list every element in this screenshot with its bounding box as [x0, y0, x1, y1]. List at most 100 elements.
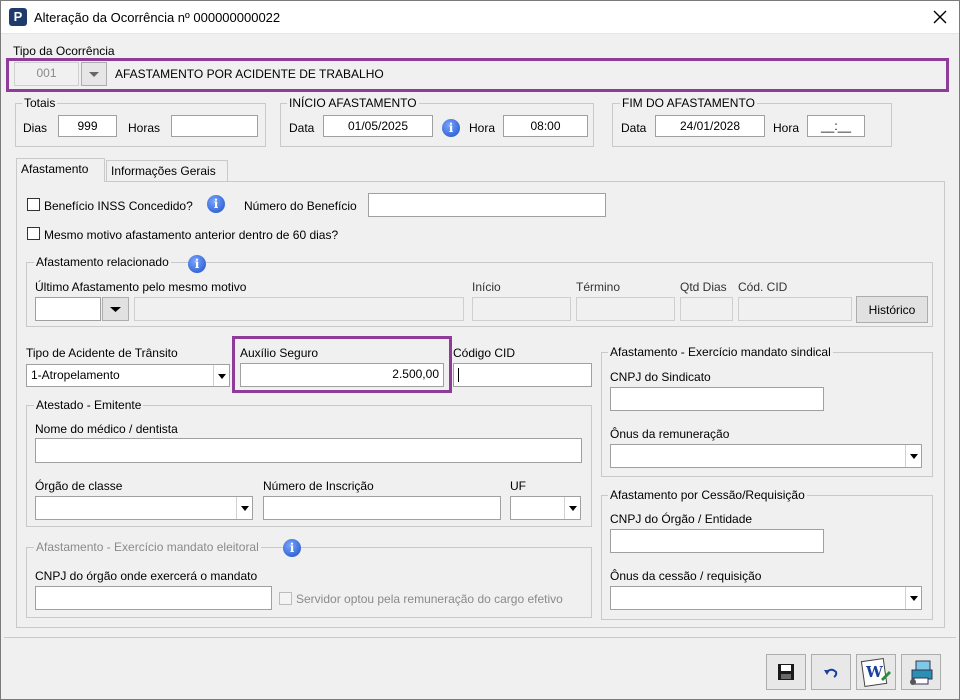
- uf-select[interactable]: [510, 496, 581, 520]
- numero-beneficio-field[interactable]: [368, 193, 606, 217]
- inicio-data-field[interactable]: 01/05/2025: [323, 115, 433, 137]
- cnpj-orgao-mandato-label: CNPJ do órgão onde exercerá o mandato: [35, 569, 258, 583]
- fim-data-field[interactable]: 24/01/2028: [655, 115, 765, 137]
- numero-inscricao-label: Número de Inscrição: [263, 479, 374, 493]
- chevron-down-icon: [905, 587, 921, 609]
- svg-text:W: W: [865, 663, 884, 681]
- inicio-hora-label: Hora: [469, 121, 496, 135]
- cnpj-orgao-entidade-label: CNPJ do Órgão / Entidade: [610, 512, 753, 526]
- mesmo-motivo-checkbox[interactable]: [27, 227, 40, 240]
- cod-cid-field: [738, 297, 852, 321]
- relacionado-legend: Afastamento relacionado: [34, 255, 171, 269]
- text-cursor: [458, 368, 459, 382]
- servidor-optou-label: Servidor optou pela remuneração do cargo…: [296, 592, 563, 606]
- nome-medico-label: Nome do médico / dentista: [35, 422, 178, 436]
- fim-hora-label: Hora: [773, 121, 800, 135]
- info-icon[interactable]: i: [283, 539, 301, 557]
- tipo-code-field[interactable]: 001: [14, 62, 79, 86]
- tipo-acidente-transito-select[interactable]: 1-Atropelamento: [26, 364, 230, 387]
- save-icon: [778, 664, 794, 680]
- cnpj-orgao-mandato-field[interactable]: [35, 586, 272, 610]
- save-button[interactable]: [766, 654, 806, 690]
- servidor-optou-checkbox[interactable]: [279, 592, 292, 605]
- info-icon[interactable]: i: [188, 255, 206, 273]
- qtd-dias-field: [680, 297, 733, 321]
- termino-field: [576, 297, 675, 321]
- eleitoral-legend: Afastamento - Exercício mandato eleitora…: [34, 540, 261, 554]
- auxilio-seguro-label: Auxílio Seguro: [240, 346, 319, 360]
- inicio-label: Início: [472, 280, 501, 294]
- dialog-window: P Alteração da Ocorrência nº 00000000002…: [0, 0, 960, 700]
- cessao-legend: Afastamento por Cessão/Requisição: [608, 488, 807, 502]
- orgao-classe-select[interactable]: [35, 496, 253, 520]
- tipo-acidente-transito-label: Tipo de Acidente de Trânsito: [26, 346, 178, 360]
- nome-medico-field[interactable]: [35, 438, 582, 463]
- onus-cessao-select[interactable]: [610, 586, 922, 610]
- footer-separator: [4, 637, 956, 638]
- mesmo-motivo-label: Mesmo motivo afastamento anterior dentro…: [44, 228, 339, 242]
- ultimo-afastamento-dropdown-button[interactable]: [102, 297, 129, 321]
- cnpj-sindicato-label: CNPJ do Sindicato: [610, 370, 711, 384]
- cnpj-orgao-entidade-field[interactable]: [610, 529, 824, 553]
- app-icon: P: [9, 8, 27, 26]
- onus-remuneracao-select[interactable]: [610, 444, 922, 468]
- historico-button[interactable]: Histórico: [856, 296, 928, 323]
- tipo-label: Tipo da Ocorrência: [13, 44, 115, 58]
- beneficio-inss-checkbox[interactable]: [27, 198, 40, 211]
- chevron-down-icon: [89, 72, 99, 77]
- fim-legend: FIM DO AFASTAMENTO: [620, 96, 757, 110]
- inicio-field: [472, 297, 571, 321]
- orgao-classe-label: Órgão de classe: [35, 479, 123, 493]
- sindical-legend: Afastamento - Exercício mandato sindical: [608, 345, 833, 359]
- chevron-down-icon: [564, 497, 580, 519]
- print-setup-button[interactable]: [901, 654, 941, 690]
- word-export-button[interactable]: W: [856, 654, 896, 690]
- numero-inscricao-field[interactable]: [263, 496, 501, 520]
- auxilio-seguro-field[interactable]: 2.500,00: [240, 363, 444, 387]
- cnpj-sindicato-field[interactable]: [610, 387, 824, 411]
- dias-label: Dias: [23, 121, 48, 135]
- tab-afastamento[interactable]: Afastamento: [16, 158, 105, 182]
- onus-remuneracao-label: Ônus da remuneração: [610, 427, 730, 441]
- tipo-description: AFASTAMENTO POR ACIDENTE DE TRABALHO: [115, 67, 384, 81]
- ultimo-afastamento-field[interactable]: [35, 297, 101, 321]
- undo-icon: [824, 668, 838, 678]
- onus-cessao-label: Ônus da cessão / requisição: [610, 569, 762, 583]
- cod-cid-label: Cód. CID: [738, 280, 788, 294]
- info-icon[interactable]: i: [207, 195, 225, 213]
- atestado-legend: Atestado - Emitente: [34, 398, 144, 412]
- codigo-cid-field[interactable]: [453, 363, 592, 387]
- fim-data-label: Data: [621, 121, 647, 135]
- inicio-legend: INÍCIO AFASTAMENTO: [287, 96, 419, 110]
- chevron-down-icon: [236, 497, 252, 519]
- close-button[interactable]: [925, 3, 955, 31]
- codigo-cid-label: Código CID: [453, 346, 516, 360]
- chevron-down-icon: [110, 307, 121, 312]
- inicio-hora-field[interactable]: 08:00: [503, 115, 588, 137]
- word-document-icon: W: [860, 658, 891, 687]
- info-icon[interactable]: i: [442, 119, 460, 137]
- tipo-acidente-transito-value: 1-Atropelamento: [31, 368, 120, 382]
- qtd-dias-label: Qtd Dias: [680, 280, 727, 294]
- inicio-data-label: Data: [289, 121, 315, 135]
- chevron-down-icon: [213, 365, 229, 386]
- dias-field[interactable]: 999: [58, 115, 117, 137]
- uf-label: UF: [510, 479, 526, 493]
- beneficio-inss-label: Benefício INSS Concedido?: [44, 199, 193, 213]
- ultimo-afastamento-descricao: [134, 297, 464, 321]
- tipo-dropdown-button[interactable]: [81, 62, 107, 86]
- tab-informacoes-gerais[interactable]: Informações Gerais: [106, 160, 228, 182]
- print-setup-icon: [910, 660, 933, 685]
- totais-legend: Totais: [22, 96, 58, 110]
- window-title: Alteração da Ocorrência nº 000000000022: [34, 10, 281, 25]
- close-icon: [933, 10, 947, 24]
- undo-button[interactable]: [811, 654, 851, 690]
- chevron-down-icon: [905, 445, 921, 467]
- ultimo-afastamento-label: Último Afastamento pelo mesmo motivo: [35, 280, 247, 294]
- fim-hora-field[interactable]: __:__: [807, 115, 865, 137]
- title-bar: P Alteração da Ocorrência nº 00000000002…: [1, 1, 959, 34]
- horas-field[interactable]: [171, 115, 258, 137]
- numero-beneficio-label: Número do Benefício: [244, 199, 357, 213]
- termino-label: Término: [576, 280, 621, 294]
- horas-label: Horas: [128, 121, 161, 135]
